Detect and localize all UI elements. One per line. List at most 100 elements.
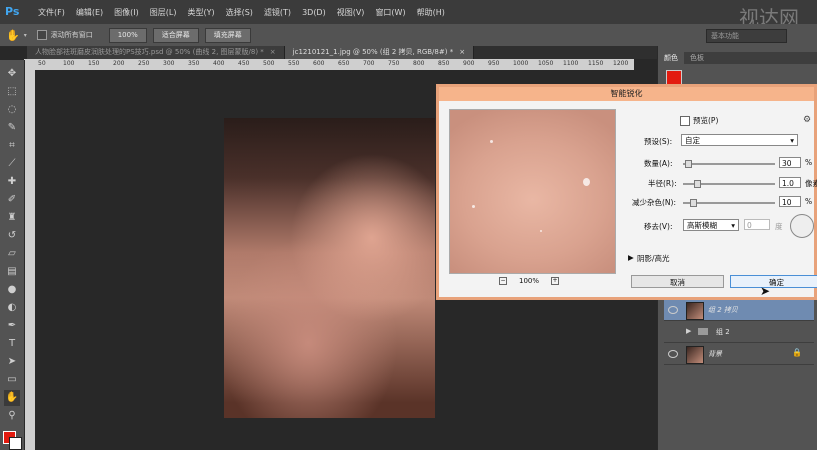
zoom-100-button[interactable]: 100% [108, 27, 147, 43]
lasso-tool-icon[interactable]: ◌ [4, 102, 20, 118]
brush-tool-icon[interactable]: ✐ [4, 192, 20, 208]
scroll-all-checkbox[interactable] [36, 30, 47, 40]
zoom-tool-icon[interactable]: ⚲ [4, 408, 20, 424]
ruler-tick-label: 900 [463, 60, 475, 67]
menu-bar: Ps 文件(F) 编辑(E) 图像(I) 图层(L) 类型(Y) 选择(S) 滤… [0, 0, 817, 30]
ruler-tick-label: 750 [388, 60, 400, 67]
hand-tool-icon[interactable]: ✋ [4, 390, 20, 406]
tab-document-2[interactable]: jc1210121_1.jpg @ 50% (组 2 拷贝, RGB/8#) *… [284, 46, 475, 59]
water-droplet [472, 205, 475, 208]
reduce-noise-unit: % [805, 197, 813, 206]
remove-select[interactable]: 高斯模糊 ▾ [683, 219, 739, 231]
menu-edit[interactable]: 编辑(E) [76, 7, 103, 18]
layer-row[interactable]: ▶ 组 2 [664, 322, 814, 343]
radius-slider[interactable] [683, 180, 775, 188]
ruler-tick-label: 950 [488, 60, 500, 67]
menu-filter[interactable]: 滤镜(T) [264, 7, 291, 18]
layer-row[interactable]: 组 2 拷贝 [664, 300, 814, 321]
amount-input[interactable]: 30 [779, 157, 801, 168]
gear-icon[interactable]: ⚙ [803, 115, 811, 125]
path-select-tool-icon[interactable]: ➤ [4, 354, 20, 370]
gradient-tool-icon[interactable]: ▤ [4, 264, 20, 280]
ruler-tick-label: 850 [438, 60, 450, 67]
water-droplet [490, 140, 493, 143]
angle-input[interactable]: 0 [744, 219, 770, 230]
tool-preset-arrow-icon[interactable]: ▾ [24, 32, 27, 39]
healing-brush-tool-icon[interactable]: ✚ [4, 174, 20, 190]
menu-file[interactable]: 文件(F) [38, 7, 65, 18]
layer-thumbnail [686, 346, 704, 364]
ruler-horizontal: 50 100 150 200 250 300 350 400 450 500 550 600 650 70… [24, 59, 634, 70]
document-photo[interactable] [224, 118, 435, 418]
history-brush-tool-icon[interactable]: ↺ [4, 228, 20, 244]
reduce-noise-slider-thumb[interactable] [690, 199, 697, 207]
radius-input[interactable]: 1.0 [779, 177, 801, 188]
angle-dial[interactable] [790, 214, 814, 238]
ruler-tick-label: 700 [363, 60, 375, 67]
eye-icon[interactable] [668, 350, 678, 358]
chevron-down-icon: ▾ [790, 136, 794, 145]
tab-color[interactable]: 颜色 [658, 52, 684, 64]
menu-window[interactable]: 窗口(W) [375, 7, 405, 18]
zoom-out-icon[interactable]: − [499, 277, 507, 285]
dodge-tool-icon[interactable]: ◐ [4, 300, 20, 316]
menu-help[interactable]: 帮助(H) [417, 7, 445, 18]
marquee-tool-icon[interactable]: ⬚ [4, 84, 20, 100]
ruler-tick-label: 1050 [538, 60, 554, 67]
menu-select[interactable]: 选择(S) [226, 7, 253, 18]
close-icon[interactable]: × [459, 48, 465, 56]
menu-layer[interactable]: 图层(L) [150, 7, 177, 18]
cancel-button[interactable]: 取消 [631, 275, 724, 288]
ruler-tick-label: 1000 [513, 60, 529, 67]
expand-arrow-icon[interactable]: ▶ [628, 253, 634, 262]
reduce-noise-slider[interactable] [683, 199, 775, 207]
tab-document-1[interactable]: 人物脸部祛斑磨皮润肤处理的PS技巧.psd @ 50% (曲线 2, 图层蒙版/… [27, 46, 285, 59]
smart-sharpen-dialog: 智能锐化 − 100% + 预览(P) ⚙ 预设(S): 自定 ▾ 数量(A): … [436, 84, 817, 300]
shadow-highlight-label[interactable]: 阴影/高光 [637, 253, 670, 264]
menu-3d[interactable]: 3D(D) [302, 8, 326, 17]
type-tool-icon[interactable]: T [4, 336, 20, 352]
preview-image[interactable] [449, 109, 616, 274]
ruler-tick-label: 800 [413, 60, 425, 67]
quick-select-tool-icon[interactable]: ✎ [4, 120, 20, 136]
layer-name: 组 2 [716, 328, 730, 336]
ruler-tick-label: 1150 [588, 60, 604, 67]
move-tool-icon[interactable]: ✥ [4, 66, 20, 82]
photoshop-logo: Ps [5, 5, 20, 18]
menu-type[interactable]: 类型(Y) [187, 7, 214, 18]
toolbox: ✥ ⬚ ◌ ✎ ⌗ ⟋ ✚ ✐ ♜ ↺ ▱ ▤ ● ◐ ✒ T ➤ ▭ ✋ ⚲ [0, 60, 25, 450]
menu-image[interactable]: 图像(I) [114, 7, 139, 18]
preview-checkbox[interactable] [680, 116, 690, 126]
ruler-tick-label: 650 [338, 60, 350, 67]
pen-tool-icon[interactable]: ✒ [4, 318, 20, 334]
tab-label: 人物脸部祛斑磨皮润肤处理的PS技巧.psd @ 50% (曲线 2, 图层蒙版/… [35, 48, 264, 56]
amount-slider[interactable] [683, 160, 775, 168]
layer-row[interactable]: 背景 🔒 [664, 344, 814, 365]
tab-swatches[interactable]: 色板 [684, 52, 710, 64]
eraser-tool-icon[interactable]: ▱ [4, 246, 20, 262]
shape-tool-icon[interactable]: ▭ [4, 372, 20, 388]
ruler-tick-label: 50 [38, 60, 46, 67]
ruler-tick-label: 300 [163, 60, 175, 67]
amount-slider-thumb[interactable] [685, 160, 692, 168]
expand-arrow-icon[interactable]: ▶ [686, 327, 691, 335]
eye-icon[interactable] [668, 306, 678, 314]
workspace-select[interactable]: 基本功能 [706, 29, 787, 43]
fit-screen-button[interactable]: 适合屏幕 [152, 27, 199, 43]
preset-select[interactable]: 自定 ▾ [681, 134, 798, 146]
chevron-down-icon: ▾ [731, 221, 735, 230]
radius-label: 半径(R): [648, 179, 677, 188]
radius-slider-thumb[interactable] [694, 180, 701, 188]
clone-stamp-tool-icon[interactable]: ♜ [4, 210, 20, 226]
ok-button[interactable]: 确定 [730, 275, 817, 288]
menu-view[interactable]: 视图(V) [337, 7, 365, 18]
crop-tool-icon[interactable]: ⌗ [4, 138, 20, 154]
background-color-swatch[interactable] [9, 437, 22, 450]
fill-screen-button[interactable]: 填充屏幕 [204, 27, 251, 43]
close-icon[interactable]: × [270, 48, 276, 56]
zoom-in-icon[interactable]: + [551, 277, 560, 285]
eyedropper-tool-icon[interactable]: ⟋ [4, 156, 20, 172]
blur-tool-icon[interactable]: ● [4, 282, 20, 298]
reduce-noise-input[interactable]: 10 [779, 196, 801, 207]
scroll-all-label: 滚动所有窗口 [50, 31, 93, 39]
